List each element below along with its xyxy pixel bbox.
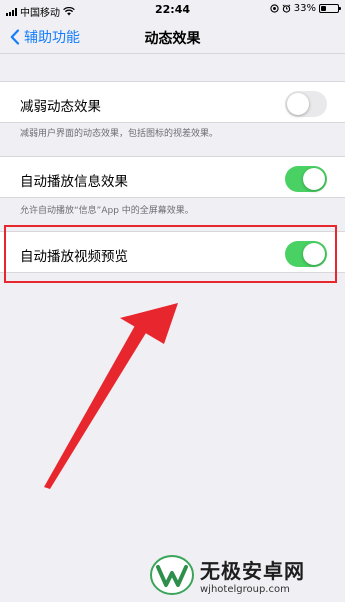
status-bar: 中国移动 22:44 33% — [0, 0, 345, 20]
auto-play-messages-label: 自动播放信息效果 — [20, 174, 128, 190]
auto-play-messages-footnote: 允许自动播放“信息”App 中的全屏幕效果。 — [20, 206, 194, 216]
location-icon — [270, 4, 279, 13]
navigation-bar: 辅助功能 动态效果 — [0, 20, 345, 54]
reduce-motion-footnote: 减弱用户界面的动态效果，包括图标的视差效果。 — [20, 129, 219, 139]
watermark: 无极安卓网 wjhotelgroup.com — [150, 548, 305, 602]
reduce-motion-row: 减弱动态效果 — [0, 82, 345, 122]
highlight-annotation-box — [4, 225, 337, 283]
reduce-motion-group: 减弱动态效果 — [0, 81, 345, 123]
battery-icon — [319, 4, 341, 13]
page-title: 动态效果 — [144, 31, 201, 47]
auto-play-messages-group: 自动播放信息效果 — [0, 156, 345, 198]
status-right: 33% — [270, 3, 341, 14]
battery-percent: 33% — [293, 3, 316, 14]
watermark-title: 无极安卓网 — [200, 559, 305, 583]
watermark-logo-icon — [150, 555, 194, 595]
alarm-icon — [282, 4, 291, 13]
auto-play-messages-toggle[interactable] — [285, 166, 327, 192]
toggle-knob — [287, 93, 309, 115]
watermark-url: wjhotelgroup.com — [200, 584, 290, 595]
toggle-knob — [303, 168, 325, 190]
reduce-motion-toggle[interactable] — [285, 91, 327, 117]
auto-play-messages-row: 自动播放信息效果 — [0, 157, 345, 197]
reduce-motion-label: 减弱动态效果 — [20, 99, 101, 115]
nav-divider — [0, 53, 345, 54]
